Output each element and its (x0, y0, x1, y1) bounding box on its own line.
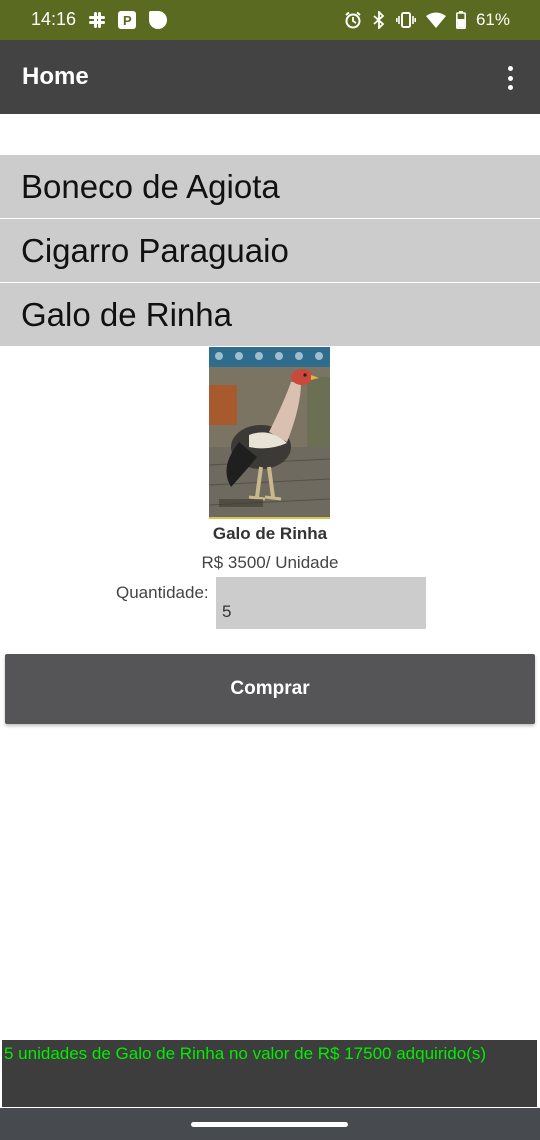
list-item[interactable]: Cigarro Paraguaio (0, 219, 540, 282)
status-time: 14:16 (31, 9, 77, 29)
home-gesture-handle[interactable] (191, 1122, 348, 1127)
product-price: R$ 3500/ Unidade (201, 553, 339, 572)
notification-icons: P (88, 10, 168, 30)
buy-button[interactable]: Comprar (5, 654, 535, 724)
purchase-message: 5 unidades de Galo de Rinha no valor de … (2, 1040, 537, 1107)
product-list: Boneco de Agiota Cigarro Paraguaio Galo … (0, 155, 540, 347)
list-item[interactable]: Galo de Rinha (0, 283, 540, 346)
wifi-icon (425, 12, 446, 28)
navigation-bar (0, 1108, 540, 1140)
battery-percent: 61% (475, 10, 510, 29)
page-title: Home (22, 63, 89, 90)
vibrate-icon (395, 12, 416, 28)
circle-icon (149, 11, 167, 29)
alarm-icon (345, 11, 361, 29)
list-item[interactable]: Boneco de Agiota (0, 155, 540, 218)
parking-icon: P (118, 11, 136, 29)
quantity-label: Quantidade: (116, 583, 209, 602)
status-bar: 14:16 P 61% (0, 0, 540, 40)
quantity-input[interactable] (216, 577, 426, 629)
rooster-photo (209, 347, 330, 519)
app-bar: Home (0, 40, 540, 114)
more-vert-icon[interactable] (498, 66, 522, 90)
system-icons: 61% (344, 9, 510, 31)
slack-icon (89, 12, 105, 28)
battery-icon (455, 11, 466, 29)
product-name: Galo de Rinha (212, 524, 328, 543)
svg-text:P: P (123, 13, 132, 28)
bluetooth-icon (373, 11, 385, 29)
